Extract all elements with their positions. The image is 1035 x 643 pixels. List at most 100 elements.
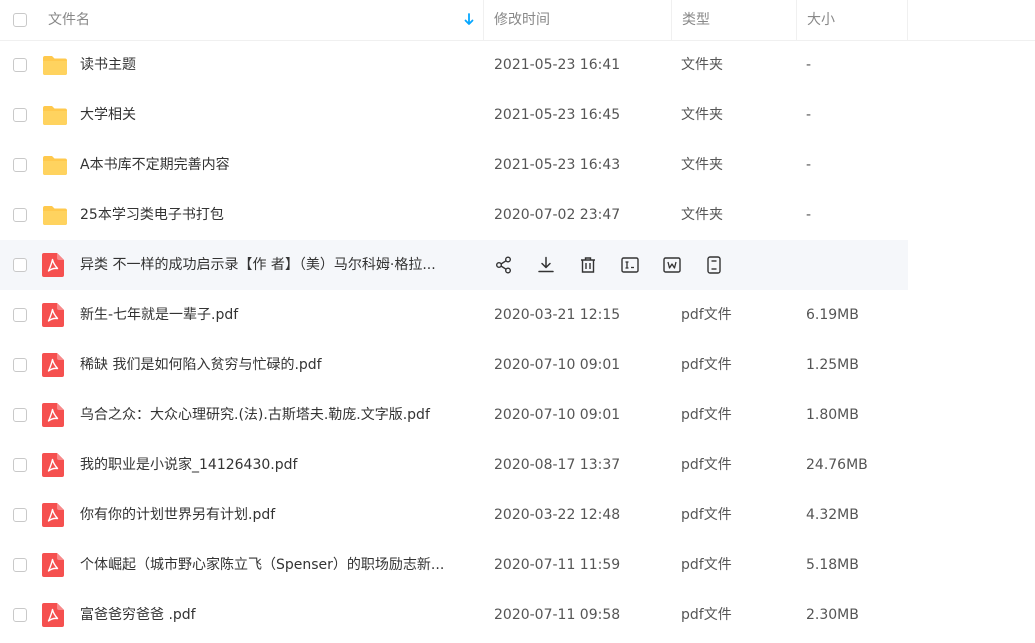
file-list-view: 文件名 修改时间 类型 大小 读书主题 2021-05-23 16:41 文件夹 - 大… — [0, 0, 1035, 643]
pdf-icon — [42, 353, 64, 381]
file-row[interactable]: 个体崛起（城市野心家陈立飞（Spenser）的职场励志新... 2020-07-1… — [0, 540, 1035, 590]
file-modified-time: 2020-07-11 09:58 — [494, 607, 621, 623]
move-icon[interactable] — [662, 255, 682, 275]
file-row[interactable]: 新生-七年就是一辈子.pdf 2020-03-21 12:15 pdf文件 6.19M… — [0, 290, 1035, 340]
file-type: pdf文件 — [681, 457, 732, 473]
file-row[interactable]: A本书库不定期完善内容 2021-05-23 16:43 文件夹 - — [0, 140, 1035, 190]
pdf-icon — [42, 303, 64, 331]
file-type: pdf文件 — [681, 607, 732, 623]
file-name[interactable]: 稀缺 我们是如何陷入贫穷与忙碌的.pdf — [80, 340, 476, 390]
file-size: 4.32MB — [806, 507, 859, 523]
pdf-icon — [42, 603, 64, 631]
file-size: 24.76MB — [806, 457, 868, 473]
file-type: pdf文件 — [681, 407, 732, 423]
pdf-icon — [42, 503, 64, 531]
file-list-header: 文件名 修改时间 类型 大小 — [0, 0, 1035, 41]
rename-icon[interactable] — [620, 255, 640, 275]
row-checkbox[interactable] — [13, 158, 27, 172]
column-time-label: 修改时间 — [494, 12, 550, 28]
file-type: pdf文件 — [681, 507, 732, 523]
file-name[interactable]: 乌合之众：大众心理研究.(法).古斯塔夫.勒庞.文字版.pdf — [80, 390, 476, 440]
file-type: pdf文件 — [681, 307, 732, 323]
file-modified-time: 2021-05-23 16:45 — [494, 107, 621, 123]
file-size: - — [806, 157, 812, 173]
column-size-header[interactable]: 大小 — [796, 0, 908, 40]
pdf-icon — [42, 453, 64, 481]
file-name[interactable]: 你有你的计划世界另有计划.pdf — [80, 490, 476, 540]
select-all-checkbox[interactable] — [13, 13, 27, 27]
file-row[interactable]: 读书主题 2021-05-23 16:41 文件夹 - — [0, 40, 1035, 90]
file-name[interactable]: 大学相关 — [80, 90, 476, 140]
file-modified-time: 2020-03-21 12:15 — [494, 307, 621, 323]
row-checkbox[interactable] — [13, 608, 27, 622]
file-name[interactable]: 我的职业是小说家_14126430.pdf — [80, 440, 476, 490]
row-checkbox[interactable] — [13, 358, 27, 372]
file-modified-time: 2020-07-11 11:59 — [494, 557, 621, 573]
file-type: pdf文件 — [681, 357, 732, 373]
file-name[interactable]: 个体崛起（城市野心家陈立飞（Spenser）的职场励志新... — [80, 540, 476, 590]
file-modified-time: 2021-05-23 16:41 — [494, 57, 621, 73]
pdf-icon — [42, 253, 64, 281]
file-size — [806, 240, 906, 290]
file-modified-time: 2020-07-02 23:47 — [494, 207, 621, 223]
file-type: pdf文件 — [681, 557, 732, 573]
column-name-label: 文件名 — [48, 12, 90, 28]
file-size: - — [806, 207, 812, 223]
folder-icon — [42, 204, 68, 230]
file-row[interactable]: 富爸爸穷爸爸 .pdf 2020-07-11 09:58 pdf文件 2.30MB — [0, 590, 1035, 640]
file-row[interactable]: 我的职业是小说家_14126430.pdf 2020-08-17 13:37 pdf… — [0, 440, 1035, 490]
file-size: - — [806, 107, 812, 123]
file-name[interactable]: 25本学习类电子书打包 — [80, 190, 476, 240]
folder-icon — [42, 104, 68, 130]
file-row[interactable]: 25本学习类电子书打包 2020-07-02 23:47 文件夹 - — [0, 190, 1035, 240]
row-checkbox[interactable] — [13, 208, 27, 222]
row-checkbox[interactable] — [13, 558, 27, 572]
file-modified-time: 2020-08-17 13:37 — [494, 457, 621, 473]
file-modified-time: 2020-07-10 09:01 — [494, 357, 621, 373]
file-size: 1.80MB — [806, 407, 859, 423]
file-row[interactable]: 异类 不一样的成功启示录【作 者】（美）马尔科姆·格拉... — [0, 240, 908, 290]
delete-icon[interactable] — [578, 255, 598, 275]
file-size: 5.18MB — [806, 557, 859, 573]
file-row[interactable]: 你有你的计划世界另有计划.pdf 2020-03-22 12:48 pdf文件 4.3… — [0, 490, 1035, 540]
row-checkbox[interactable] — [13, 508, 27, 522]
column-type-label: 类型 — [682, 12, 710, 28]
file-row[interactable]: 乌合之众：大众心理研究.(法).古斯塔夫.勒庞.文字版.pdf 2020-07-1… — [0, 390, 1035, 440]
file-size: 2.30MB — [806, 607, 859, 623]
row-checkbox[interactable] — [13, 308, 27, 322]
pdf-icon — [42, 403, 64, 431]
file-type: 文件夹 — [681, 207, 723, 223]
file-modified-time: 2020-03-22 12:48 — [494, 507, 621, 523]
row-checkbox[interactable] — [13, 458, 27, 472]
row-checkbox[interactable] — [13, 258, 27, 272]
row-checkbox[interactable] — [13, 108, 27, 122]
file-name[interactable]: 异类 不一样的成功启示录【作 者】（美）马尔科姆·格拉... — [80, 240, 476, 290]
file-row[interactable]: 大学相关 2021-05-23 16:45 文件夹 - — [0, 90, 1035, 140]
file-size: 6.19MB — [806, 307, 859, 323]
file-name[interactable]: 读书主题 — [80, 40, 476, 90]
folder-icon — [42, 54, 68, 80]
folder-icon — [42, 154, 68, 180]
share-icon[interactable] — [494, 255, 514, 275]
sort-down-arrow-icon[interactable] — [463, 13, 475, 27]
row-checkbox[interactable] — [13, 58, 27, 72]
column-type-header[interactable]: 类型 — [671, 0, 796, 40]
file-modified-time: 2020-07-10 09:01 — [494, 407, 621, 423]
row-checkbox[interactable] — [13, 408, 27, 422]
download-icon[interactable] — [536, 255, 556, 275]
file-size: - — [806, 57, 812, 73]
file-row[interactable]: 稀缺 我们是如何陷入贫穷与忙碌的.pdf 2020-07-10 09:01 pdf文… — [0, 340, 1035, 390]
pdf-icon — [42, 553, 64, 581]
file-size: 1.25MB — [806, 357, 859, 373]
file-type — [681, 240, 791, 290]
column-size-label: 大小 — [807, 12, 835, 28]
file-type: 文件夹 — [681, 157, 723, 173]
file-name[interactable]: A本书库不定期完善内容 — [80, 140, 476, 190]
file-modified-time: 2021-05-23 16:43 — [494, 157, 621, 173]
file-name[interactable]: 新生-七年就是一辈子.pdf — [80, 290, 476, 340]
column-name-header[interactable]: 文件名 — [48, 0, 482, 40]
file-name[interactable]: 富爸爸穷爸爸 .pdf — [80, 590, 476, 640]
file-type: 文件夹 — [681, 57, 723, 73]
column-time-header[interactable]: 修改时间 — [483, 0, 671, 40]
file-type: 文件夹 — [681, 107, 723, 123]
